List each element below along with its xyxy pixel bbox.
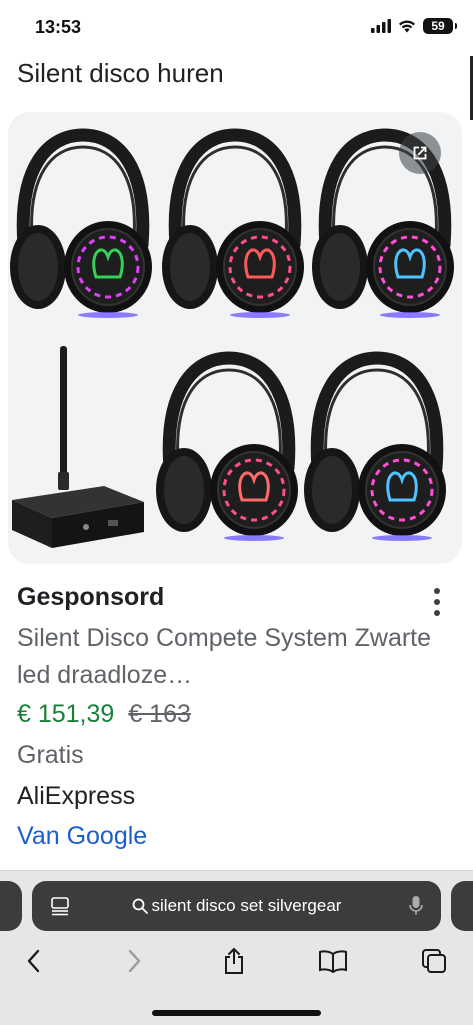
battery-level: 59 — [431, 19, 445, 33]
open-image-button[interactable] — [399, 132, 441, 174]
book-icon — [319, 950, 347, 973]
open-in-new-icon — [413, 146, 427, 160]
headphone-image — [302, 350, 454, 550]
search-icon — [132, 898, 148, 914]
price: € 151,39 — [17, 700, 115, 728]
browser-toolbar: silent disco set silvergear — [0, 870, 473, 1025]
shipping-info: Gratis — [17, 741, 84, 769]
page-title: Silent disco huren — [17, 58, 224, 88]
navigation-bar — [0, 941, 473, 981]
headphone-image — [8, 127, 160, 327]
microphone-icon[interactable] — [409, 895, 423, 917]
cellular-signal-icon — [371, 19, 391, 33]
next-tab-peek[interactable] — [451, 881, 473, 931]
home-indicator[interactable] — [152, 1010, 321, 1016]
address-bar[interactable]: silent disco set silvergear — [32, 881, 441, 931]
address-text: silent disco set silvergear — [32, 896, 441, 916]
chevron-left-icon — [27, 949, 40, 973]
old-price: € 163 — [128, 700, 191, 728]
battery-icon: 59 — [423, 18, 457, 34]
search-query: silent disco set silvergear — [151, 896, 342, 915]
seller-name: AliExpress — [17, 782, 136, 810]
transmitter-image — [12, 346, 144, 548]
back-button[interactable] — [11, 941, 55, 981]
more-vert-icon — [434, 588, 440, 594]
product-image-card[interactable] — [8, 112, 462, 564]
wifi-icon — [399, 20, 415, 33]
source-link[interactable]: Van Google — [17, 822, 147, 851]
forward-button[interactable] — [113, 941, 157, 981]
chevron-right-icon — [128, 949, 141, 973]
previous-tab-peek[interactable] — [0, 881, 22, 931]
status-bar: 13:53 59 — [0, 0, 473, 56]
share-button[interactable] — [212, 941, 256, 981]
price-row: € 151,39 € 163 — [17, 700, 191, 729]
status-time: 13:53 — [35, 17, 82, 37]
headphone-image — [160, 127, 312, 327]
product-title[interactable]: Silent Disco Compete System Zwarte led d… — [17, 620, 437, 694]
bookmarks-button[interactable] — [311, 941, 355, 981]
status-icons: 59 — [371, 18, 457, 34]
more-options-button[interactable] — [424, 584, 450, 620]
tabs-icon — [422, 949, 446, 973]
headphone-image — [154, 350, 306, 550]
tabs-button[interactable] — [412, 941, 456, 981]
share-icon — [225, 947, 243, 974]
sponsored-label: Gesponsord — [17, 583, 165, 611]
